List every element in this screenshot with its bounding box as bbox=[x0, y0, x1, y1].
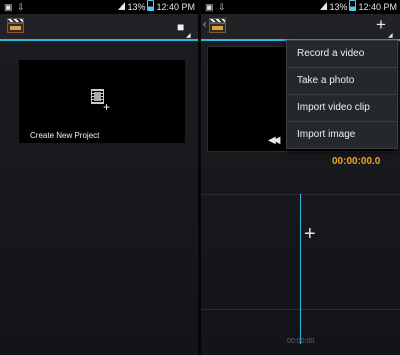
add-clip-icon[interactable]: + bbox=[304, 224, 316, 244]
battery-percent: 13% bbox=[127, 2, 146, 12]
battery-percent: 13% bbox=[329, 2, 348, 12]
notification-icons: ▣ ⇩ bbox=[4, 2, 26, 12]
clock-period: PM bbox=[181, 2, 196, 12]
add-project-icon[interactable]: ■ bbox=[177, 20, 184, 35]
create-project-label: Create New Project bbox=[30, 131, 100, 140]
action-bar: ‹ + ◢ bbox=[201, 14, 400, 41]
plus-icon: + bbox=[103, 100, 111, 114]
battery-icon bbox=[349, 0, 357, 11]
add-project-corner-icon: ◢ bbox=[186, 33, 191, 39]
menu-item-record-video[interactable]: Record a video bbox=[287, 41, 397, 68]
status-bar: ▣ ⇩ 13% 12:40 PM bbox=[0, 0, 198, 14]
add-media-icon[interactable]: + bbox=[376, 16, 386, 33]
add-media-menu: Record a video Take a photo Import video… bbox=[286, 40, 398, 149]
status-right: 13% 12:40 PM bbox=[118, 0, 195, 14]
playhead[interactable] bbox=[300, 194, 301, 344]
clapperboard-icon[interactable] bbox=[7, 18, 24, 33]
signal-icon bbox=[320, 2, 328, 10]
status-bar: ▣ ⇩ 13% 12:40 PM bbox=[201, 0, 400, 14]
battery-icon bbox=[147, 0, 155, 11]
timecode: 00:00:00.0 bbox=[332, 156, 381, 167]
notification-icons: ▣ ⇩ bbox=[205, 2, 227, 12]
clock-time: 12:40 bbox=[358, 2, 381, 12]
menu-item-import-video-clip[interactable]: Import video clip bbox=[287, 95, 397, 122]
timeline-ruler: 00:00:00 bbox=[287, 338, 315, 345]
clapperboard-icon[interactable] bbox=[209, 18, 226, 33]
status-right: 13% 12:40 PM bbox=[320, 0, 397, 14]
back-caret-icon[interactable]: ‹ bbox=[203, 19, 206, 30]
action-bar: ■ ◢ bbox=[0, 14, 198, 41]
create-project-card[interactable]: + Create New Project bbox=[19, 60, 185, 143]
signal-icon bbox=[118, 2, 126, 10]
clock-time: 12:40 bbox=[156, 2, 179, 12]
menu-item-import-image[interactable]: Import image bbox=[287, 122, 397, 148]
menu-item-take-photo[interactable]: Take a photo bbox=[287, 68, 397, 95]
left-panel: ▣ ⇩ 13% 12:40 PM ■ ◢ + Create New Project bbox=[0, 0, 198, 355]
rewind-icon[interactable]: ◀◀ bbox=[268, 135, 281, 146]
clock-period: PM bbox=[383, 2, 398, 12]
